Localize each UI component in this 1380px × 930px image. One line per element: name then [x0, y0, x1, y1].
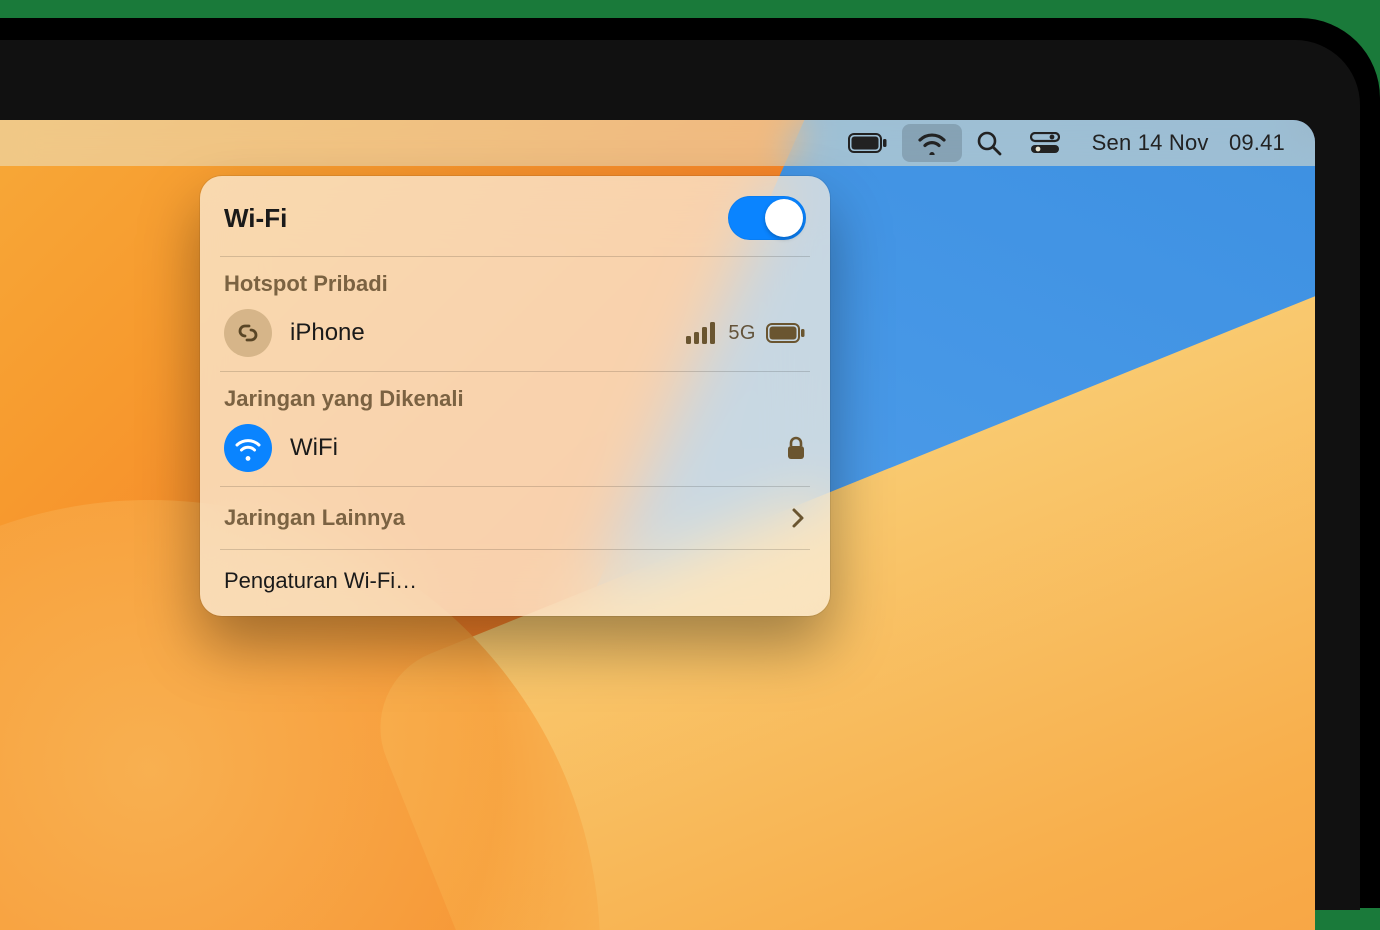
desktop-screen: Sen 14 Nov 09.41 Wi-Fi Hotspot Pribadi: [0, 120, 1315, 930]
other-networks-row[interactable]: Jaringan Lainnya: [200, 491, 830, 545]
menubar-date: Sen 14 Nov: [1092, 130, 1209, 155]
wifi-settings-label: Pengaturan Wi-Fi…: [224, 568, 417, 593]
wifi-header-row: Wi-Fi: [200, 190, 830, 252]
chevron-right-icon: [790, 506, 806, 530]
wifi-status-icon[interactable]: [902, 124, 962, 162]
wifi-title: Wi-Fi: [224, 203, 287, 234]
hotspot-link-icon: [224, 309, 272, 357]
wifi-network-icon: [224, 424, 272, 472]
known-networks-label: Jaringan yang Dikenali: [200, 376, 830, 418]
device-frame: Sen 14 Nov 09.41 Wi-Fi Hotspot Pribadi: [0, 18, 1380, 908]
menubar-time: 09.41: [1229, 130, 1285, 155]
wifi-settings-row[interactable]: Pengaturan Wi-Fi…: [200, 554, 830, 608]
toggle-knob: [765, 199, 803, 237]
divider: [220, 256, 810, 257]
hotspot-name: iPhone: [290, 319, 668, 347]
divider: [220, 549, 810, 550]
hotspot-battery-icon: [766, 323, 806, 343]
divider: [220, 486, 810, 487]
hotspot-item-iphone[interactable]: iPhone 5G: [200, 303, 830, 367]
other-networks-label: Jaringan Lainnya: [224, 505, 405, 531]
control-center-icon[interactable]: [1016, 120, 1074, 166]
battery-status-icon[interactable]: [834, 120, 902, 166]
wifi-toggle[interactable]: [728, 196, 806, 240]
spotlight-search-icon[interactable]: [962, 120, 1016, 166]
wifi-popover: Wi-Fi Hotspot Pribadi iPhone: [200, 176, 830, 616]
menubar-datetime[interactable]: Sen 14 Nov 09.41: [1074, 130, 1285, 156]
known-network-item-wifi[interactable]: WiFi: [200, 418, 830, 482]
cellular-signal-icon: [686, 322, 718, 344]
lock-icon: [786, 435, 806, 461]
known-network-name: WiFi: [290, 434, 768, 462]
device-bezel: Sen 14 Nov 09.41 Wi-Fi Hotspot Pribadi: [0, 40, 1360, 910]
divider: [220, 371, 810, 372]
menubar: Sen 14 Nov 09.41: [0, 120, 1315, 166]
personal-hotspot-label: Hotspot Pribadi: [200, 261, 830, 303]
cell-type-label: 5G: [728, 322, 756, 345]
hotspot-meta: 5G: [686, 322, 806, 345]
